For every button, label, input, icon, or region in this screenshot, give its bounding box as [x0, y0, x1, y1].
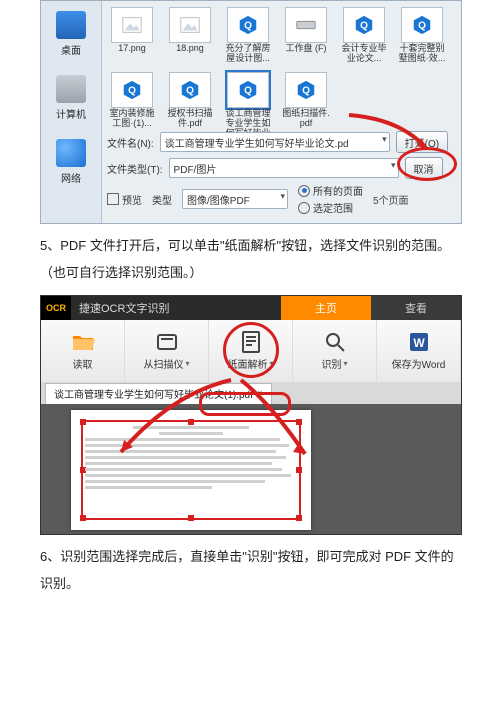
filename-label: 文件名(N): — [107, 135, 154, 150]
pdf-icon: Q — [237, 79, 259, 101]
svg-text:Q: Q — [186, 85, 194, 96]
pages-hint: 5个页面 — [373, 192, 409, 207]
close-icon[interactable]: × — [257, 388, 263, 399]
scanner-icon — [155, 330, 179, 354]
file-label: 会计专业毕业论文... — [339, 44, 389, 64]
filename-input[interactable]: 谈工商管理专业学生如何写好毕业论文.pd — [160, 132, 390, 152]
app-logo: OCR — [41, 296, 71, 320]
network-icon — [56, 139, 86, 167]
file-thumb[interactable]: 18.png — [165, 7, 215, 64]
page-text-preview — [85, 426, 297, 516]
cancel-button[interactable]: 取消 — [405, 157, 443, 179]
radio-all-pages[interactable]: 所有的页面 — [298, 183, 363, 198]
svg-text:Q: Q — [418, 21, 426, 32]
image-icon — [121, 14, 143, 36]
pdf-icon: Q — [411, 14, 433, 36]
filetype-select[interactable]: PDF/图片 — [169, 158, 399, 178]
file-label: 图纸扫描件.pdf — [281, 109, 331, 129]
dialog-nav: 桌面 计算机 网络 — [41, 1, 102, 223]
folder-open-icon — [71, 330, 95, 354]
pdf-icon: Q — [121, 79, 143, 101]
toolbar: 读取 从扫描仪▾ 纸面解析▾ 识别▾ W 保存为Word — [41, 320, 461, 382]
chevron-down-icon: ▾ — [269, 359, 273, 368]
file-label: 工作盘 (F) — [286, 44, 327, 54]
type-select[interactable]: 图像/图像PDF — [182, 189, 288, 209]
magnifier-icon — [323, 330, 347, 354]
document-page — [71, 410, 311, 530]
window-titlebar: OCR 捷速OCR文字识别 主页 查看 — [41, 296, 461, 320]
document-tabs: 谈工商管理专业学生如何写好毕业论文(1).pdf × — [41, 382, 461, 404]
tool-parse[interactable]: 纸面解析▾ — [209, 320, 293, 382]
type-label: 类型 — [152, 192, 172, 207]
file-label: 充分了解房屋设计图... — [223, 44, 273, 64]
tool-recognize[interactable]: 识别▾ — [293, 320, 377, 382]
svg-text:W: W — [413, 336, 425, 350]
window-title: 捷速OCR文字识别 — [71, 300, 281, 316]
nav-label: 桌面 — [61, 42, 81, 57]
pdf-icon: Q — [237, 14, 259, 36]
filetype-label: 文件类型(T): — [107, 161, 163, 176]
step-5-text: 5、PDF 文件打开后，可以单击"纸面解析"按钮，选择文件识别的范围。（也可自行… — [40, 232, 460, 287]
nav-desktop[interactable]: 桌面 — [56, 11, 86, 57]
chevron-down-icon: ▾ — [343, 359, 347, 368]
tool-save-word[interactable]: W 保存为Word — [377, 320, 461, 382]
computer-icon — [56, 75, 86, 103]
file-label: 18.png — [176, 44, 204, 54]
word-doc-icon: W — [407, 330, 431, 354]
file-thumb[interactable]: 17.png — [107, 7, 157, 64]
file-thumb[interactable]: 工作盘 (F) — [281, 7, 331, 64]
file-label: 授权书扫描件.pdf — [165, 109, 215, 129]
file-open-dialog: 桌面 计算机 网络 17.png 18.png Q 充分了解房屋设计图... 工作盘 (… — [40, 0, 462, 224]
tool-scanner[interactable]: 从扫描仪▾ — [125, 320, 209, 382]
tab-view[interactable]: 查看 — [371, 296, 461, 320]
svg-text:Q: Q — [128, 85, 136, 96]
dialog-bottom: 文件名(N): 谈工商管理专业学生如何写好毕业论文.pd 打开(O) 文件类型(… — [107, 131, 451, 215]
svg-text:Q: Q — [244, 85, 252, 96]
image-icon — [179, 14, 201, 36]
desktop-icon — [56, 11, 86, 39]
preview-checkbox[interactable]: 预览 — [107, 192, 142, 207]
tool-read[interactable]: 读取 — [41, 320, 125, 382]
radio-range[interactable]: 选定范围 — [298, 200, 363, 215]
file-thumb[interactable]: Q 十套完整别墅图纸·效... — [397, 7, 447, 64]
pdf-icon: Q — [179, 79, 201, 101]
document-tab[interactable]: 谈工商管理专业学生如何写好毕业论文(1).pdf × — [45, 383, 272, 404]
svg-text:Q: Q — [244, 21, 252, 32]
nav-label: 计算机 — [56, 106, 86, 121]
nav-label: 网络 — [61, 170, 81, 185]
page-analyze-icon — [239, 330, 263, 354]
pdf-icon: Q — [295, 79, 317, 101]
nav-computer[interactable]: 计算机 — [56, 75, 86, 121]
file-label: 室内装修施工图·(1)... — [107, 109, 157, 129]
nav-network[interactable]: 网络 — [56, 139, 86, 185]
file-label: 17.png — [118, 44, 146, 54]
file-label: 十套完整别墅图纸·效... — [397, 44, 447, 64]
file-thumbnails: 17.png 18.png Q 充分了解房屋设计图... 工作盘 (F) Q 会计专业毕业论… — [107, 7, 455, 148]
step-6-text: 6、识别范围选择完成后，直接单击"识别"按钮，即可完成对 PDF 文件的识别。 — [40, 543, 460, 598]
chevron-down-icon: ▾ — [185, 359, 189, 368]
ocr-app-window: OCR 捷速OCR文字识别 主页 查看 读取 从扫描仪▾ 纸面解析▾ 识别▾ — [40, 295, 462, 535]
svg-text:Q: Q — [360, 21, 368, 32]
document-canvas[interactable] — [41, 404, 461, 534]
drive-icon — [295, 14, 317, 36]
pdf-icon: Q — [353, 14, 375, 36]
svg-text:Q: Q — [302, 85, 310, 96]
file-thumb[interactable]: Q 充分了解房屋设计图... — [223, 7, 273, 64]
open-button[interactable]: 打开(O) — [396, 131, 448, 153]
file-thumb[interactable]: Q 会计专业毕业论文... — [339, 7, 389, 64]
tab-home[interactable]: 主页 — [281, 296, 371, 320]
